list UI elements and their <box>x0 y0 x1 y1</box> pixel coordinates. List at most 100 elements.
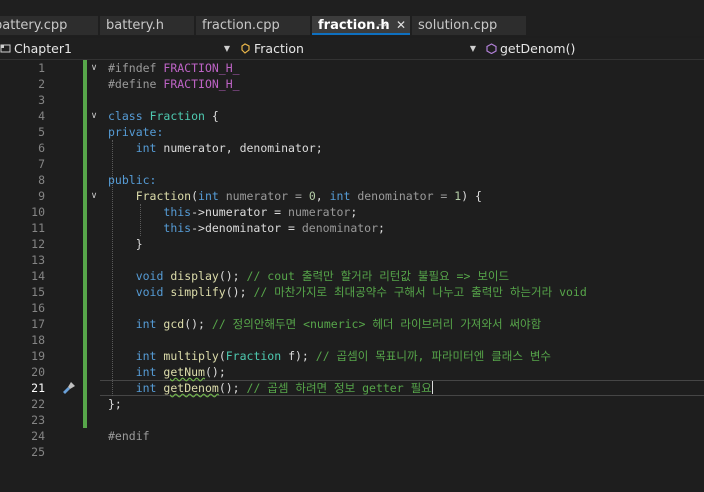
code-token: #endif <box>108 429 150 443</box>
code-token: ; <box>350 205 358 219</box>
code-token: f); <box>281 349 309 363</box>
line-number: 6 <box>38 141 45 155</box>
code-token: numerator, denominator; <box>156 141 323 155</box>
code-line-4: class Fraction { <box>108 108 219 124</box>
chevron-down-icon: ▼ <box>223 44 230 53</box>
code-token: ->numerator = <box>191 205 289 219</box>
project-dropdown[interactable]: Chapter1 ▼ <box>0 39 232 58</box>
tab-battery-h[interactable]: battery.h <box>100 16 194 35</box>
code-token: this <box>163 205 192 219</box>
close-icon[interactable]: ✕ <box>396 16 406 33</box>
member-dropdown[interactable]: getDenom() <box>486 39 704 58</box>
code-token: #ifndef <box>108 61 157 75</box>
code-editor[interactable]: 1 2 3 4 5 6 7 8 9 10 11 12 13 14 15 16 1… <box>0 60 704 492</box>
code-line-9: Fraction(int numerator = 0, int denomina… <box>108 188 482 204</box>
document-tab-strip: battery.cpp battery.h fraction.cpp fract… <box>0 0 704 36</box>
code-token: multiply <box>163 349 219 363</box>
line-number: 25 <box>31 445 45 459</box>
fold-toggle-icon[interactable]: ∨ <box>88 108 100 124</box>
code-token: numerator <box>288 205 351 219</box>
line-number: 12 <box>31 237 45 251</box>
line-number: 13 <box>31 253 45 267</box>
code-token: int <box>135 381 157 395</box>
class-label: Fraction <box>254 41 304 56</box>
line-number: 17 <box>31 317 45 331</box>
class-icon <box>241 43 250 54</box>
tab-solution-cpp[interactable]: solution.cpp <box>412 16 526 35</box>
line-number: 9 <box>38 189 45 203</box>
code-token: FRACTION_H_ <box>163 77 240 91</box>
code-token: gcd <box>163 317 185 331</box>
navigation-bar: Chapter1 ▼ Fraction ▼ getDenom() <box>0 38 704 60</box>
code-token: 0 <box>308 189 316 203</box>
code-token: class <box>108 109 143 123</box>
tab-fraction-h[interactable]: fraction.h ⊸ ✕ <box>312 16 410 35</box>
code-line-11: this->denominator = denominator; <box>108 220 385 236</box>
code-token: int <box>135 365 157 379</box>
class-dropdown[interactable]: Fraction ▼ <box>240 39 478 58</box>
code-token: (); <box>218 269 240 283</box>
tab-fraction-cpp[interactable]: fraction.cpp <box>196 16 310 35</box>
line-number: 10 <box>31 205 45 219</box>
code-token: void <box>135 269 164 283</box>
code-line-2: #define FRACTION_H_ <box>108 76 240 92</box>
code-token: int <box>198 189 219 203</box>
code-token: (); <box>204 365 226 379</box>
code-line-6: int numerator, denominator; <box>108 140 323 156</box>
code-line-21: int getDenom(); // 곱셈 하려면 정보 getter 필요 <box>108 380 433 396</box>
code-token: { <box>204 109 219 123</box>
line-number: 3 <box>38 93 45 107</box>
code-token: (); <box>218 381 240 395</box>
code-token: numerator = <box>218 189 309 203</box>
quick-actions-icon[interactable] <box>61 380 77 396</box>
code-token: }; <box>108 397 122 411</box>
tab-label: solution.cpp <box>418 18 498 33</box>
line-number: 5 <box>38 125 45 139</box>
code-line-1: #ifndef FRACTION_H_ <box>108 60 240 76</box>
line-number: 1 <box>38 61 45 75</box>
method-icon <box>486 43 497 54</box>
line-number: 15 <box>31 285 45 299</box>
code-line-17: int gcd(); // 정의안해두면 <numeric> 헤더 라이브러리 … <box>108 316 542 332</box>
code-token: ( <box>191 189 199 203</box>
line-number: 8 <box>38 173 45 187</box>
code-token: Fraction <box>135 189 192 203</box>
code-comment: // cout 출력만 할거라 리턴값 불필요 => 보이드 <box>239 269 510 283</box>
member-label: getDenom() <box>500 41 576 56</box>
chevron-down-icon: ▼ <box>469 44 476 53</box>
code-comment: // 정의안해두면 <numeric> 헤더 라이브러리 가져와서 써야함 <box>204 317 542 331</box>
code-token: display <box>170 269 219 283</box>
line-number: 18 <box>31 333 45 347</box>
line-number: 14 <box>31 269 45 283</box>
code-token: simplify <box>170 285 226 299</box>
code-token: ( <box>218 349 226 363</box>
code-token: ) { <box>461 189 482 203</box>
code-token: denominator <box>301 221 379 235</box>
code-line-19: int multiply(Fraction f); // 곱셈이 목표니까, 파… <box>108 348 551 364</box>
pin-icon[interactable]: ⊸ <box>378 16 386 33</box>
code-token: private: <box>108 125 164 139</box>
code-token: this <box>163 221 192 235</box>
tab-label: battery.cpp <box>0 18 68 33</box>
project-icon <box>0 44 11 53</box>
code-comment: // 마찬가지로 최대공약수 구해서 나누고 출력만 하는거라 void <box>246 285 587 299</box>
tab-battery-cpp[interactable]: battery.cpp <box>0 16 98 35</box>
code-token: ; <box>378 221 385 235</box>
code-line-10: this->numerator = numerator; <box>108 204 357 220</box>
code-token: getNum <box>163 365 205 379</box>
tab-label: battery.h <box>106 18 164 33</box>
code-token: Fraction <box>225 349 282 363</box>
code-token: ->denominator = <box>191 221 302 235</box>
code-line-8: public: <box>108 172 156 188</box>
code-token: (); <box>184 317 205 331</box>
line-number: 20 <box>31 365 45 379</box>
line-number: 23 <box>31 413 45 427</box>
project-label: Chapter1 <box>14 41 72 56</box>
code-token: int <box>135 317 157 331</box>
code-token: public: <box>108 173 157 187</box>
code-line-12: } <box>108 236 143 252</box>
fold-toggle-icon[interactable]: ∨ <box>88 188 100 204</box>
code-token: FRACTION_H_ <box>163 61 240 75</box>
line-number: 19 <box>31 349 45 363</box>
fold-toggle-icon[interactable]: ∨ <box>88 60 100 76</box>
